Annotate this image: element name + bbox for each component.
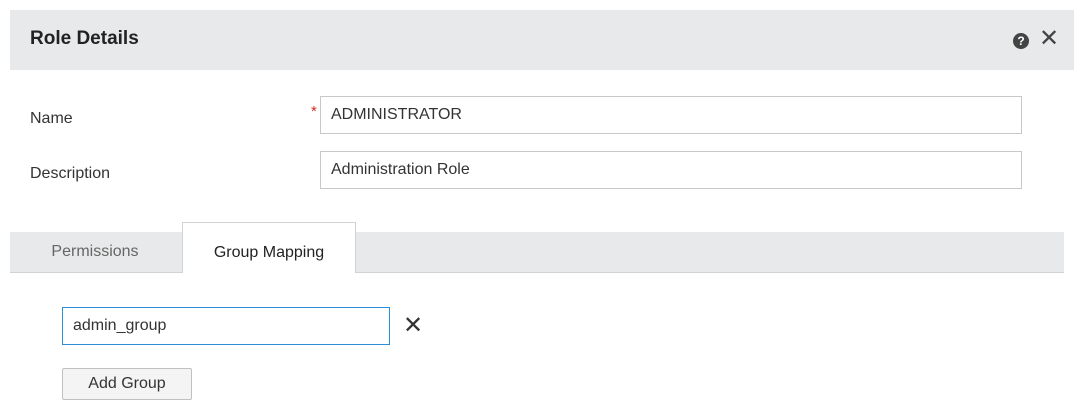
group-name-input[interactable] [62,307,390,345]
name-input[interactable] [320,96,1022,134]
tab-permissions[interactable]: Permissions [10,232,180,272]
dialog-title: Role Details [30,28,139,49]
dialog-header: Role Details ? ✕ [10,10,1074,70]
description-label: Description [30,165,111,182]
remove-group-icon[interactable]: ✕ [402,314,424,338]
add-group-button[interactable]: Add Group [62,368,192,400]
required-marker: * [311,103,317,120]
tab-bar: Permissions Group Mapping [10,222,1064,273]
close-icon[interactable]: ✕ [1038,27,1060,51]
tab-group-mapping[interactable]: Group Mapping [182,222,356,273]
help-icon[interactable]: ? [1013,33,1029,49]
name-label: Name [30,110,73,127]
description-input[interactable] [320,151,1022,189]
